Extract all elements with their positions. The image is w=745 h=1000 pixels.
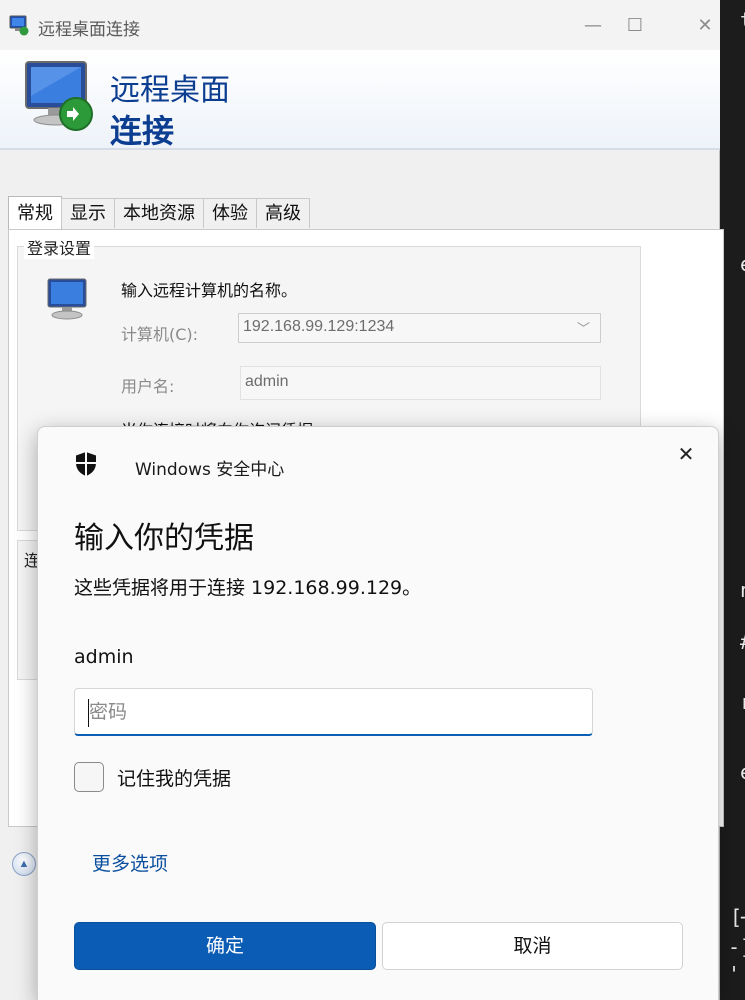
username-field[interactable]: admin xyxy=(240,366,601,400)
tab-advanced[interactable]: 高级 xyxy=(256,198,310,228)
username-label: 用户名: xyxy=(121,377,175,396)
more-options-link[interactable]: 更多选项 xyxy=(92,849,168,876)
group-title: 登录设置 xyxy=(24,235,95,259)
terminal-fragment: e xyxy=(740,252,745,276)
remember-credentials-checkbox[interactable] xyxy=(74,762,104,792)
login-hint: 输入远程计算机的名称。 xyxy=(121,281,298,300)
banner: 远程桌面 连接 xyxy=(0,50,720,150)
computer-value: 192.168.99.129:1234 xyxy=(243,318,395,335)
tab-local-resources[interactable]: 本地资源 xyxy=(114,198,204,228)
password-input[interactable] xyxy=(74,688,593,736)
remote-desktop-icon xyxy=(9,15,29,36)
monitor-connection-icon xyxy=(25,61,93,131)
maximize-button[interactable]: ☐ xyxy=(612,10,658,42)
banner-title: 远程桌面 xyxy=(110,73,230,108)
shield-icon xyxy=(76,452,96,476)
minimize-button[interactable]: — xyxy=(570,10,616,42)
dialog-subtitle: 这些凭据将用于连接 192.168.99.129。 xyxy=(74,577,422,599)
title-bar[interactable]: 远程桌面连接 — ☐ ✕ xyxy=(0,0,720,50)
remember-credentials-label[interactable]: 记住我的凭据 xyxy=(117,764,231,791)
terminal-fragment: ] xyxy=(740,935,745,959)
close-icon[interactable]: ✕ xyxy=(671,439,701,469)
terminal-fragment: # xyxy=(740,630,745,654)
computer-label: 计算机(C): xyxy=(121,325,199,344)
terminal-fragment: + xyxy=(740,905,745,929)
window-title: 远程桌面连接 xyxy=(38,20,140,39)
banner-subtitle: 连接 xyxy=(110,112,175,150)
ok-button[interactable]: 确定 xyxy=(74,922,376,970)
terminal-fragment: ' xyxy=(728,962,741,986)
chevron-down-icon[interactable]: ﹀ xyxy=(577,318,590,337)
tab-experience[interactable]: 体验 xyxy=(203,198,257,228)
dialog-heading: 输入你的凭据 xyxy=(74,521,254,556)
tab-general[interactable]: 常规 xyxy=(8,196,62,229)
computer-icon xyxy=(47,278,87,320)
close-button[interactable]: ✕ xyxy=(682,10,728,42)
terminal-fragment: n xyxy=(740,578,745,602)
terminal-fragment: r xyxy=(740,690,745,714)
terminal-fragment: e xyxy=(740,760,745,784)
computer-combobox[interactable]: 192.168.99.129:1234 ﹀ xyxy=(238,313,601,343)
credential-username: admin xyxy=(74,646,134,668)
show-options-button[interactable]: ▲ xyxy=(12,852,36,876)
terminal-fragment: t xyxy=(740,8,745,32)
dialog-app-title: Windows 安全中心 xyxy=(135,460,285,480)
tab-display[interactable]: 显示 xyxy=(61,198,115,228)
text-caret xyxy=(88,699,89,727)
terminal-fragment: - xyxy=(728,935,741,959)
tab-strip: 常规 显示 本地资源 体验 高级 xyxy=(8,196,310,230)
cancel-button[interactable]: 取消 xyxy=(382,922,683,970)
credential-dialog: Windows 安全中心 ✕ 输入你的凭据 这些凭据将用于连接 192.168.… xyxy=(37,426,719,1000)
